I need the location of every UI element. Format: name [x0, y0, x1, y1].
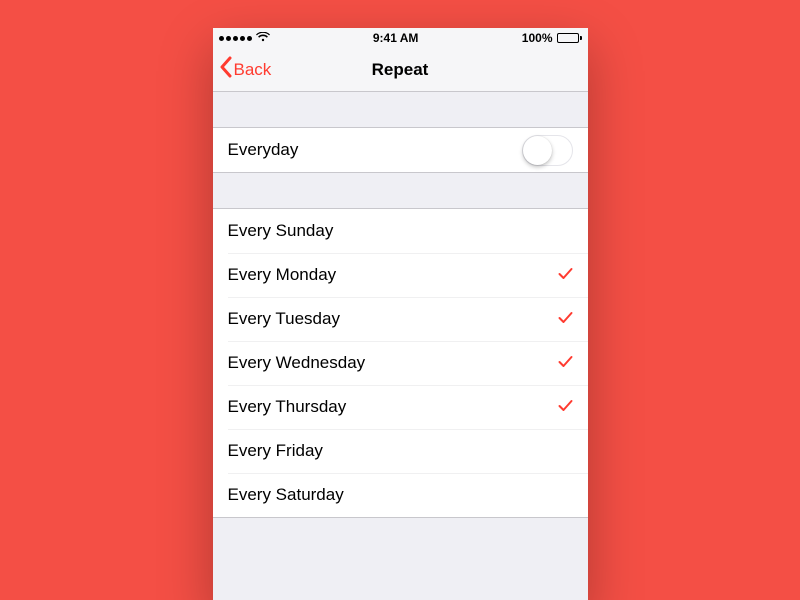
group-spacer: [213, 173, 588, 208]
row-day[interactable]: Every Wednesday: [213, 341, 588, 385]
signal-dots-icon: [219, 36, 252, 41]
everyday-label: Everyday: [228, 140, 522, 160]
day-label: Every Saturday: [228, 485, 573, 505]
row-day[interactable]: Every Monday: [213, 253, 588, 297]
day-label: Every Wednesday: [228, 353, 558, 373]
day-label: Every Friday: [228, 441, 573, 461]
checkmark-icon: [558, 309, 573, 329]
group-spacer: [213, 92, 588, 127]
row-day[interactable]: Every Friday: [213, 429, 588, 473]
phone-screen: 9:41 AM 100% Back Repeat Everyday: [213, 28, 588, 600]
status-clock: 9:41 AM: [373, 31, 419, 45]
back-button[interactable]: Back: [213, 56, 272, 83]
day-label: Every Monday: [228, 265, 558, 285]
battery-percent: 100%: [522, 31, 553, 45]
nav-bar: Back Repeat: [213, 48, 588, 92]
row-everyday[interactable]: Everyday: [213, 128, 588, 172]
checkmark-icon: [558, 397, 573, 417]
day-label: Every Thursday: [228, 397, 558, 417]
back-label: Back: [234, 60, 272, 80]
row-day[interactable]: Every Sunday: [213, 209, 588, 253]
checkmark-icon: [558, 265, 573, 285]
checkmark-icon: [558, 353, 573, 373]
day-label: Every Tuesday: [228, 309, 558, 329]
group-days: Every Sunday Every Monday Every Tuesday Eve…: [213, 208, 588, 518]
wifi-icon: [256, 31, 270, 45]
row-day[interactable]: Every Saturday: [213, 473, 588, 517]
row-day[interactable]: Every Tuesday: [213, 297, 588, 341]
everyday-toggle[interactable]: [522, 135, 573, 166]
battery-icon: [557, 33, 582, 43]
status-bar: 9:41 AM 100%: [213, 28, 588, 48]
chevron-left-icon: [219, 56, 232, 83]
group-everyday: Everyday: [213, 127, 588, 173]
row-day[interactable]: Every Thursday: [213, 385, 588, 429]
day-label: Every Sunday: [228, 221, 573, 241]
